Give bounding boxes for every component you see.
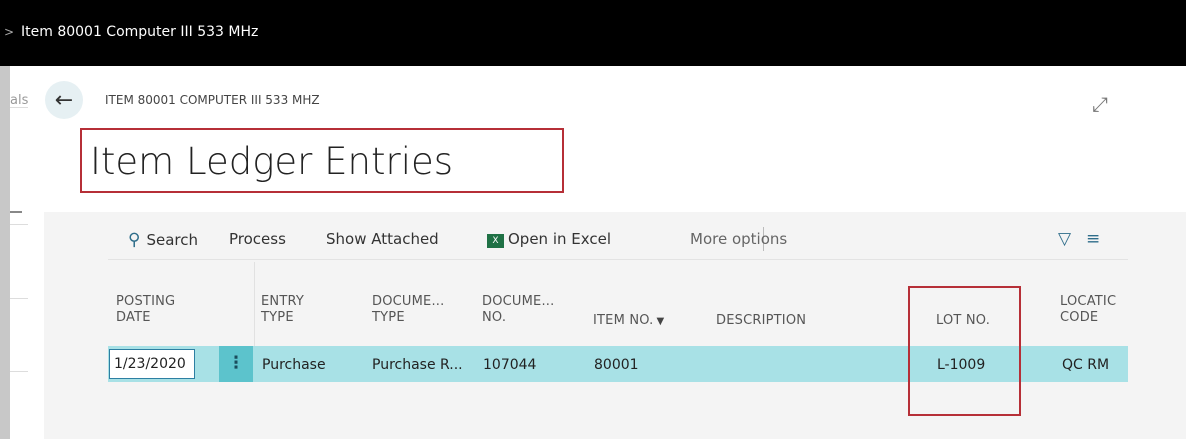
search-label: Search [146,231,198,249]
column-header-entry-type[interactable]: ENTRY TYPE [261,294,304,326]
list-view-icon[interactable]: ≡ [1086,229,1100,249]
entry-type-cell: Purchase [262,357,326,373]
top-bar-title: Item 80001 Computer III 533 MHz [21,24,259,40]
divider [10,298,28,299]
more-options-button[interactable]: More options [690,230,787,248]
breadcrumb: ITEM 80001 COMPUTER III 533 MHZ [105,93,320,107]
column-header-posting-date[interactable]: POSTING DATE [116,294,175,326]
open-in-excel-label: Open in Excel [508,230,612,248]
column-header-description[interactable]: DESCRIPTION [716,313,806,329]
row-menu-icon[interactable]: ⋮ [219,346,253,382]
column-header-line: LOCATIC [1060,294,1117,309]
page-title: Item Ledger Entries [90,140,454,183]
open-in-excel-button[interactable]: X Open in Excel [487,230,611,248]
process-button[interactable]: Process [229,230,286,248]
divider [10,224,28,225]
background-page-text: als [10,93,29,108]
column-header-line: DOCUME... [482,294,555,309]
chevron-right-icon[interactable]: > [4,25,14,39]
column-header-line: TYPE [372,310,405,325]
document-no-cell[interactable]: 107044 [483,357,536,373]
column-header-line: TYPE [261,310,294,325]
document-type-cell[interactable]: Purchase R... [372,357,463,373]
top-bar: > Item 80001 Computer III 533 MHz [0,0,1186,66]
filter-icon: ▼ [656,316,665,327]
excel-icon: X [487,234,504,248]
posting-date-field[interactable]: 1/23/2020 [109,349,195,379]
back-button[interactable]: ← [45,81,83,119]
column-header-location-code[interactable]: LOCATIC CODE [1060,294,1128,326]
action-bar: ⚲ Search Process Show Attached X Open in E… [108,224,1128,258]
divider [108,259,1128,260]
arrow-left-icon: ← [54,87,74,113]
show-attached-button[interactable]: Show Attached [326,230,439,248]
expand-icon[interactable]: ⤢ [1092,92,1108,116]
location-code-cell[interactable]: QC RM [1062,357,1128,373]
divider [10,107,28,108]
column-header-label: ITEM NO. [593,313,654,328]
search-button[interactable]: ⚲ Search [128,230,198,250]
background-page-edge: als [10,66,44,439]
column-header-line: CODE [1060,310,1099,325]
filter-icon[interactable]: ▽ [1058,229,1071,249]
column-header-document-no[interactable]: DOCUME... NO. [482,294,554,326]
left-edge-strip [0,66,10,439]
column-header-line: POSTING [116,294,176,309]
divider [10,211,22,213]
column-header-document-type[interactable]: DOCUME... TYPE [372,294,444,326]
column-header-line: DOCUME... [372,294,445,309]
item-no-cell[interactable]: 80001 [594,357,639,373]
column-header-line: DATE [116,310,151,325]
column-header-line: ENTRY [261,294,305,309]
divider [10,371,28,372]
page-title-highlight-box: Item Ledger Entries [80,128,564,193]
column-header-line: NO. [482,310,507,325]
lot-no-highlight-box [908,286,1021,416]
search-icon: ⚲ [128,230,141,250]
column-header-item-no[interactable]: ITEM NO. ▼ [593,313,664,330]
